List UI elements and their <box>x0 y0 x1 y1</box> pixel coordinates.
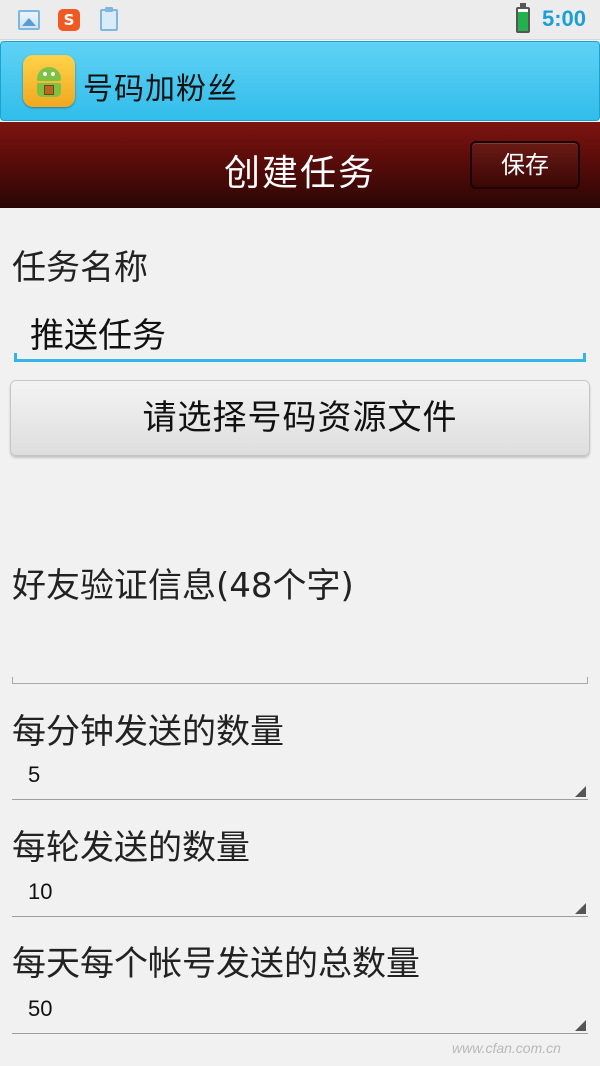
dropdown-arrow-icon <box>575 903 586 914</box>
per-minute-value: 5 <box>28 762 41 787</box>
cube-icon <box>44 85 54 95</box>
verify-info-underline <box>12 677 588 684</box>
app-bar: 号码加粉丝 <box>0 41 600 121</box>
per-minute-underline <box>12 799 588 800</box>
clipboard-icon <box>100 7 118 31</box>
app-title: 号码加粉丝 <box>83 72 238 107</box>
dropdown-arrow-icon <box>575 1020 586 1031</box>
per-day-underline <box>12 1033 588 1034</box>
per-day-spinner[interactable]: 50 <box>12 994 588 1034</box>
sogou-input-icon: S <box>58 9 80 31</box>
per-minute-spinner[interactable]: 5 <box>12 760 588 800</box>
task-name-label: 任务名称 <box>12 248 148 288</box>
status-bar: S 5:00 <box>0 0 600 40</box>
per-day-value: 50 <box>28 996 53 1021</box>
dropdown-arrow-icon <box>575 786 586 797</box>
android-app-icon[interactable] <box>23 55 75 107</box>
select-file-button[interactable]: 请选择号码资源文件 <box>10 380 590 456</box>
battery-level <box>518 12 528 31</box>
droid-head <box>37 67 61 81</box>
per-round-value: 10 <box>28 879 53 904</box>
task-name-value: 推送任务 <box>30 316 166 356</box>
save-button[interactable]: 保存 <box>470 141 580 189</box>
clock: 5:00 <box>542 6 587 31</box>
verify-info-input[interactable] <box>12 620 588 684</box>
per-day-label: 每天每个帐号发送的总数量 <box>12 944 420 984</box>
gallery-icon <box>18 10 40 30</box>
watermark: www.cfan.com.cn <box>452 1040 561 1056</box>
task-name-input[interactable]: 推送任务 <box>14 298 586 362</box>
battery-icon <box>516 3 530 33</box>
per-round-spinner[interactable]: 10 <box>12 877 588 917</box>
per-minute-label: 每分钟发送的数量 <box>12 712 284 752</box>
verify-info-label: 好友验证信息(48个字) <box>12 566 354 606</box>
per-round-label: 每轮发送的数量 <box>12 828 250 868</box>
task-name-underline <box>14 353 586 362</box>
per-round-underline <box>12 916 588 917</box>
page-header: 创建任务 保存 <box>0 122 600 208</box>
